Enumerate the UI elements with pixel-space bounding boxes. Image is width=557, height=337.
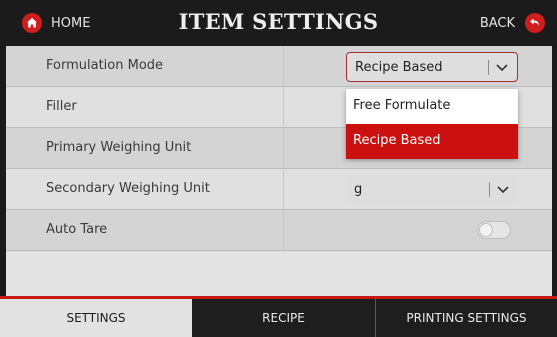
back-button[interactable]: BACK — [480, 13, 545, 33]
auto-tare-toggle[interactable] — [477, 221, 511, 239]
setting-row-secondary-weighing-unit: Secondary Weighing Unit g — [6, 169, 552, 210]
setting-row-formulation-mode: Formulation Mode Recipe Based — [6, 46, 552, 87]
select-value: Recipe Based — [355, 60, 443, 75]
row-label: Filler — [46, 99, 77, 114]
back-arrow-icon — [525, 13, 545, 33]
settings-panel: Formulation Mode Recipe Based Filler Pri… — [6, 46, 552, 296]
back-label: BACK — [479, 15, 515, 31]
tab-recipe[interactable]: RECIPE — [192, 299, 375, 337]
select-divider — [488, 60, 489, 75]
row-label: Auto Tare — [46, 222, 108, 237]
top-bar: HOME ITEM SETTINGS BACK — [0, 0, 557, 46]
page-title: ITEM SETTINGS — [178, 9, 379, 34]
column-divider — [283, 46, 284, 251]
row-label: Formulation Mode — [46, 58, 164, 73]
secondary-unit-select[interactable]: g — [346, 175, 518, 205]
chevron-down-icon — [496, 64, 508, 72]
toggle-knob — [479, 223, 493, 237]
select-value: g — [354, 182, 363, 197]
empty-row — [6, 252, 552, 296]
select-divider — [489, 182, 490, 197]
bottom-tab-bar: SETTINGS RECIPE PRINTING SETTINGS — [0, 299, 557, 337]
row-label: Secondary Weighing Unit — [46, 181, 210, 196]
chevron-down-icon — [497, 186, 509, 194]
dropdown-option-recipe-based[interactable]: Recipe Based — [346, 124, 518, 159]
dropdown-option-free-formulate[interactable]: Free Formulate — [346, 89, 518, 124]
tab-settings[interactable]: SETTINGS — [0, 299, 192, 337]
formulation-mode-dropdown: Free Formulate Recipe Based — [346, 89, 518, 159]
row-label: Primary Weighing Unit — [46, 140, 192, 155]
setting-row-auto-tare: Auto Tare — [6, 210, 552, 251]
formulation-mode-select[interactable]: Recipe Based — [346, 52, 518, 82]
tab-printing-settings[interactable]: PRINTING SETTINGS — [376, 299, 557, 337]
